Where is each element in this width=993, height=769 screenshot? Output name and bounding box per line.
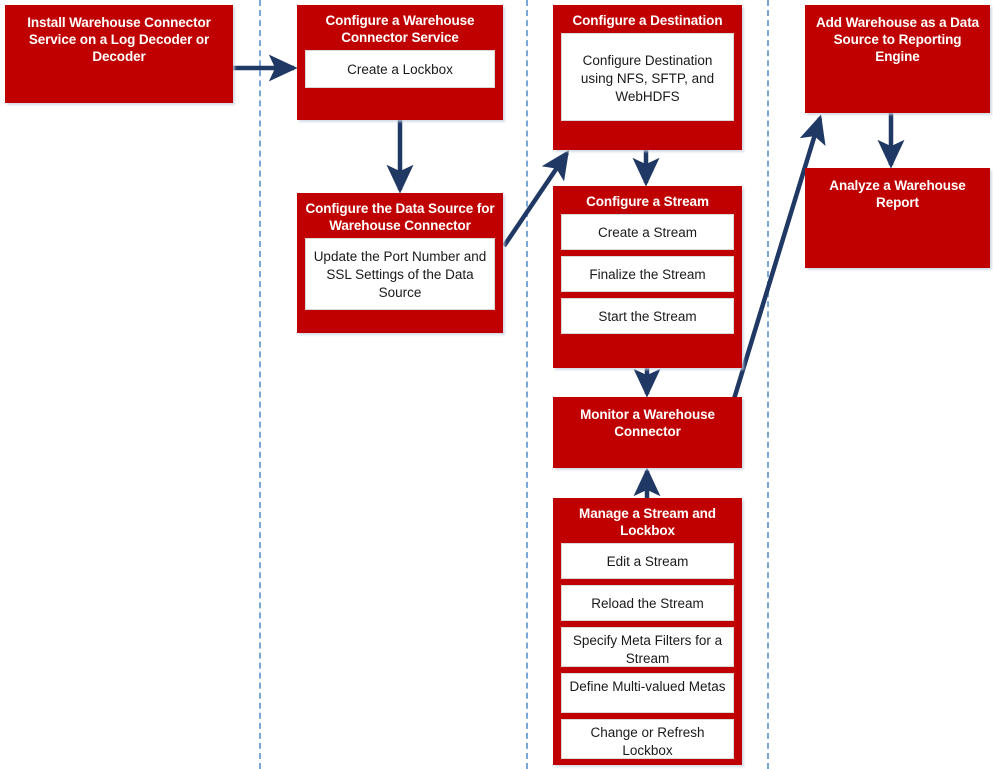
step-reload-the-stream[interactable]: Reload the Stream xyxy=(561,585,734,621)
step-configure-destination-using-nfs-sftp-webhdfs[interactable]: Configure Destination using NFS, SFTP, a… xyxy=(561,33,734,121)
node-step-list: Create a Lockbox xyxy=(297,50,503,96)
node-title: Configure a Stream xyxy=(586,194,709,209)
step-create-a-stream[interactable]: Create a Stream xyxy=(561,214,734,250)
step-change-or-refresh-lockbox[interactable]: Change or Refresh Lockbox xyxy=(561,719,734,759)
node-title: Configure the Data Source for Warehouse … xyxy=(305,201,495,233)
flowchart-canvas: Install Warehouse Connector Service on a… xyxy=(0,0,993,769)
swimlane-divider-1 xyxy=(259,0,261,769)
node-step-list: Create a Stream Finalize the Stream Star… xyxy=(553,214,742,342)
node-title: Configure a Destination xyxy=(572,13,723,28)
step-specify-meta-filters-for-a-stream[interactable]: Specify Meta Filters for a Stream xyxy=(561,627,734,667)
node-title: Add Warehouse as a Data Source to Report… xyxy=(816,15,979,64)
node-step-list: Update the Port Number and SSL Settings … xyxy=(297,238,503,318)
step-start-the-stream[interactable]: Start the Stream xyxy=(561,298,734,334)
step-update-port-number-and-ssl-settings[interactable]: Update the Port Number and SSL Settings … xyxy=(305,238,495,310)
node-monitor-a-warehouse-connector[interactable]: Monitor a Warehouse Connector xyxy=(553,397,742,468)
node-step-list: Configure Destination using NFS, SFTP, a… xyxy=(553,33,742,129)
node-configure-the-data-source-for-warehouse-connector[interactable]: Configure the Data Source for Warehouse … xyxy=(297,193,503,333)
step-create-a-lockbox[interactable]: Create a Lockbox xyxy=(305,50,495,88)
node-manage-a-stream-and-lockbox[interactable]: Manage a Stream and Lockbox Edit a Strea… xyxy=(553,498,742,765)
node-configure-a-stream[interactable]: Configure a Stream Create a Stream Final… xyxy=(553,186,742,368)
node-configure-a-warehouse-connector-service[interactable]: Configure a Warehouse Connector Service … xyxy=(297,5,503,120)
step-edit-a-stream[interactable]: Edit a Stream xyxy=(561,543,734,579)
node-title: Configure a Warehouse Connector Service xyxy=(325,13,475,45)
step-define-multi-valued-metas[interactable]: Define Multi-valued Metas xyxy=(561,673,734,713)
swimlane-divider-2 xyxy=(526,0,528,769)
node-step-list: Edit a Stream Reload the Stream Specify … xyxy=(553,543,742,767)
node-title: Manage a Stream and Lockbox xyxy=(579,506,716,538)
node-title: Analyze a Warehouse Report xyxy=(829,178,966,210)
node-add-warehouse-as-a-data-source-to-reporting-engine[interactable]: Add Warehouse as a Data Source to Report… xyxy=(805,5,990,113)
node-analyze-a-warehouse-report[interactable]: Analyze a Warehouse Report xyxy=(805,168,990,268)
swimlane-divider-3 xyxy=(767,0,769,769)
node-title: Monitor a Warehouse Connector xyxy=(580,407,715,439)
node-configure-a-destination[interactable]: Configure a Destination Configure Destin… xyxy=(553,5,742,150)
node-title: Install Warehouse Connector Service on a… xyxy=(27,15,211,64)
step-finalize-the-stream[interactable]: Finalize the Stream xyxy=(561,256,734,292)
node-install-warehouse-connector-service[interactable]: Install Warehouse Connector Service on a… xyxy=(5,5,233,103)
